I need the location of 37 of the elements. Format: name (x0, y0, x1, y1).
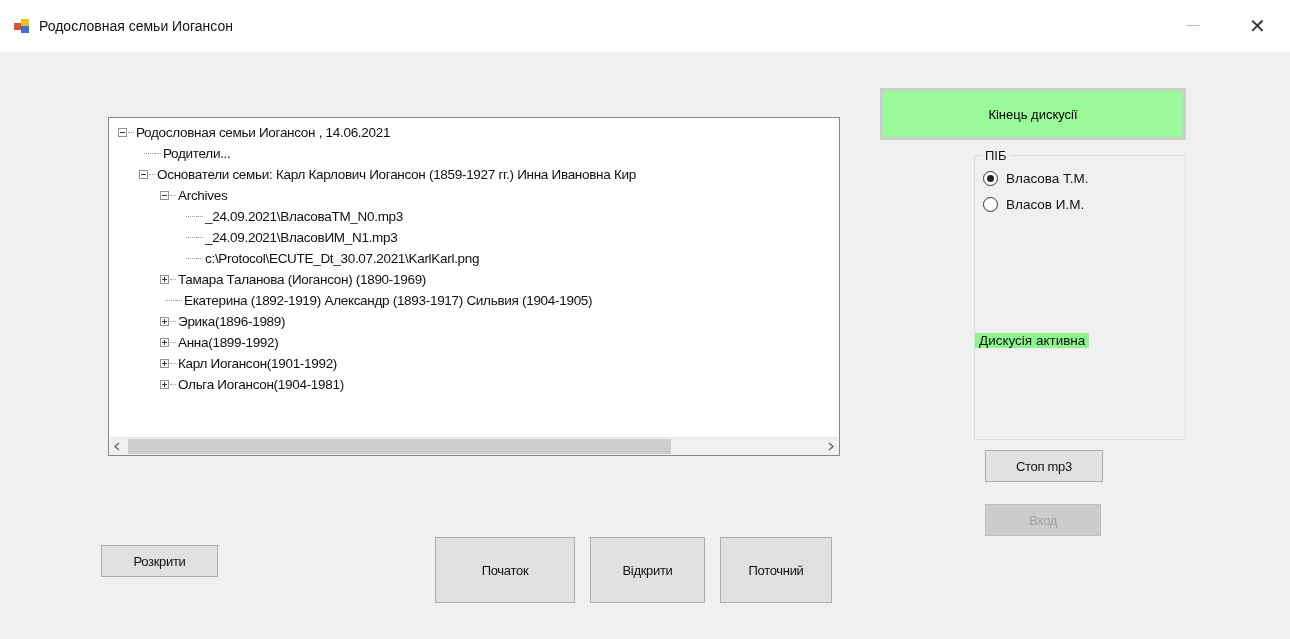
radio-option[interactable]: Власов И.М. (983, 193, 1185, 215)
expand-icon[interactable] (160, 380, 169, 389)
expand-icon[interactable] (160, 275, 169, 284)
app-icon (14, 19, 30, 33)
tree-item[interactable]: c:\Protocol\ECUTE_Dt_30.07.2021\KarlKarl.png (203, 251, 480, 266)
radio-icon[interactable] (983, 170, 998, 186)
tree-item[interactable]: Тамара Таланова (Иогансон) (1890-1969) (176, 272, 427, 287)
tree-item[interactable]: Эрика(1896-1989) (176, 314, 286, 329)
tree-item[interactable]: Карл Иогансон(1901-1992) (176, 356, 338, 371)
radio-icon[interactable] (983, 196, 998, 212)
expand-button[interactable]: Розкрити (101, 545, 218, 577)
collapse-icon[interactable] (139, 170, 148, 179)
tree-item[interactable]: Анна(1899-1992) (176, 335, 279, 350)
tree-item[interactable]: Ольга Иогансон(1904-1981) (176, 377, 344, 392)
window-title: Родословная семьи Иогансон (39, 18, 234, 34)
horizontal-scrollbar[interactable] (109, 437, 839, 455)
collapse-icon[interactable] (118, 128, 127, 137)
tree-item[interactable]: Родители... (161, 146, 231, 161)
close-button[interactable]: ✕ (1249, 14, 1266, 38)
tree-item[interactable]: _24.09.2021\ВласовИМ_N1.mp3 (203, 230, 398, 245)
expand-icon[interactable] (160, 359, 169, 368)
tree-item[interactable]: Екатерина (1892-1919) Александр (1893-1917) Сильвия (1904-1905) (182, 293, 593, 308)
collapse-icon[interactable] (160, 191, 169, 200)
action-button[interactable]: Початок (435, 537, 575, 603)
action-button[interactable]: Відкрити (590, 537, 705, 603)
expand-icon[interactable] (160, 338, 169, 347)
tree-item[interactable]: Основатели семьи: Карл Карлович Иогансон (1859-1927 гг.) Инна Ивановна Кир (155, 167, 636, 182)
expand-icon[interactable] (160, 317, 169, 326)
end-discussion-button[interactable]: Кінець дискусії (880, 88, 1186, 140)
group-title: ПІБ (984, 148, 1008, 163)
status-label: Дискусія активна (975, 333, 1090, 348)
tree-item[interactable]: Родословная семьи Иогансон , 14.06.2021 (134, 125, 391, 140)
radio-option[interactable]: Власова Т.М. (983, 167, 1185, 189)
tree-item[interactable]: _24.09.2021\ВласоваТМ_N0.mp3 (203, 209, 404, 224)
tree-item[interactable]: Archives (176, 188, 228, 203)
action-button[interactable]: Поточний (720, 537, 832, 603)
stop-button[interactable]: Стоп mp3 (985, 450, 1103, 482)
